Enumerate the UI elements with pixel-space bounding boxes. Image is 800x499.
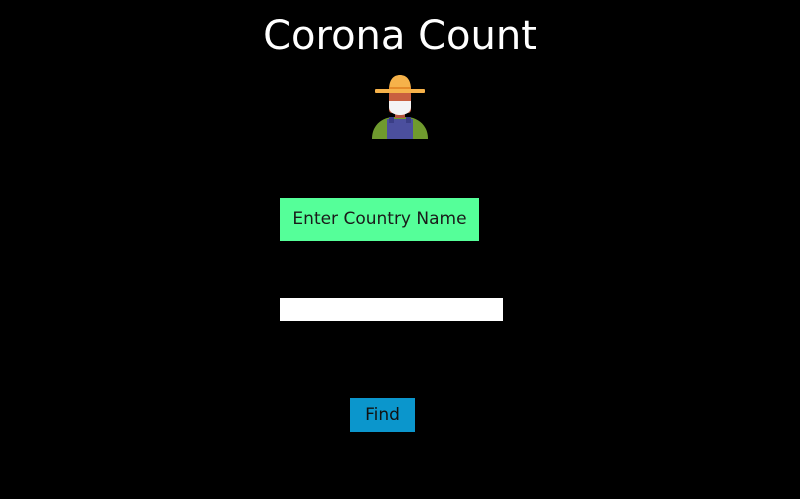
find-button[interactable]: Find xyxy=(350,398,415,432)
overalls-strap-left xyxy=(389,117,394,123)
hat-brim-shape xyxy=(375,89,425,93)
farmer-with-mask-icon xyxy=(372,75,428,139)
page-title: Corona Count xyxy=(263,13,537,59)
overalls-strap-right xyxy=(406,117,411,123)
enter-country-label: Enter Country Name xyxy=(280,198,479,241)
mask-shape xyxy=(389,101,411,115)
country-name-input[interactable] xyxy=(280,298,503,321)
